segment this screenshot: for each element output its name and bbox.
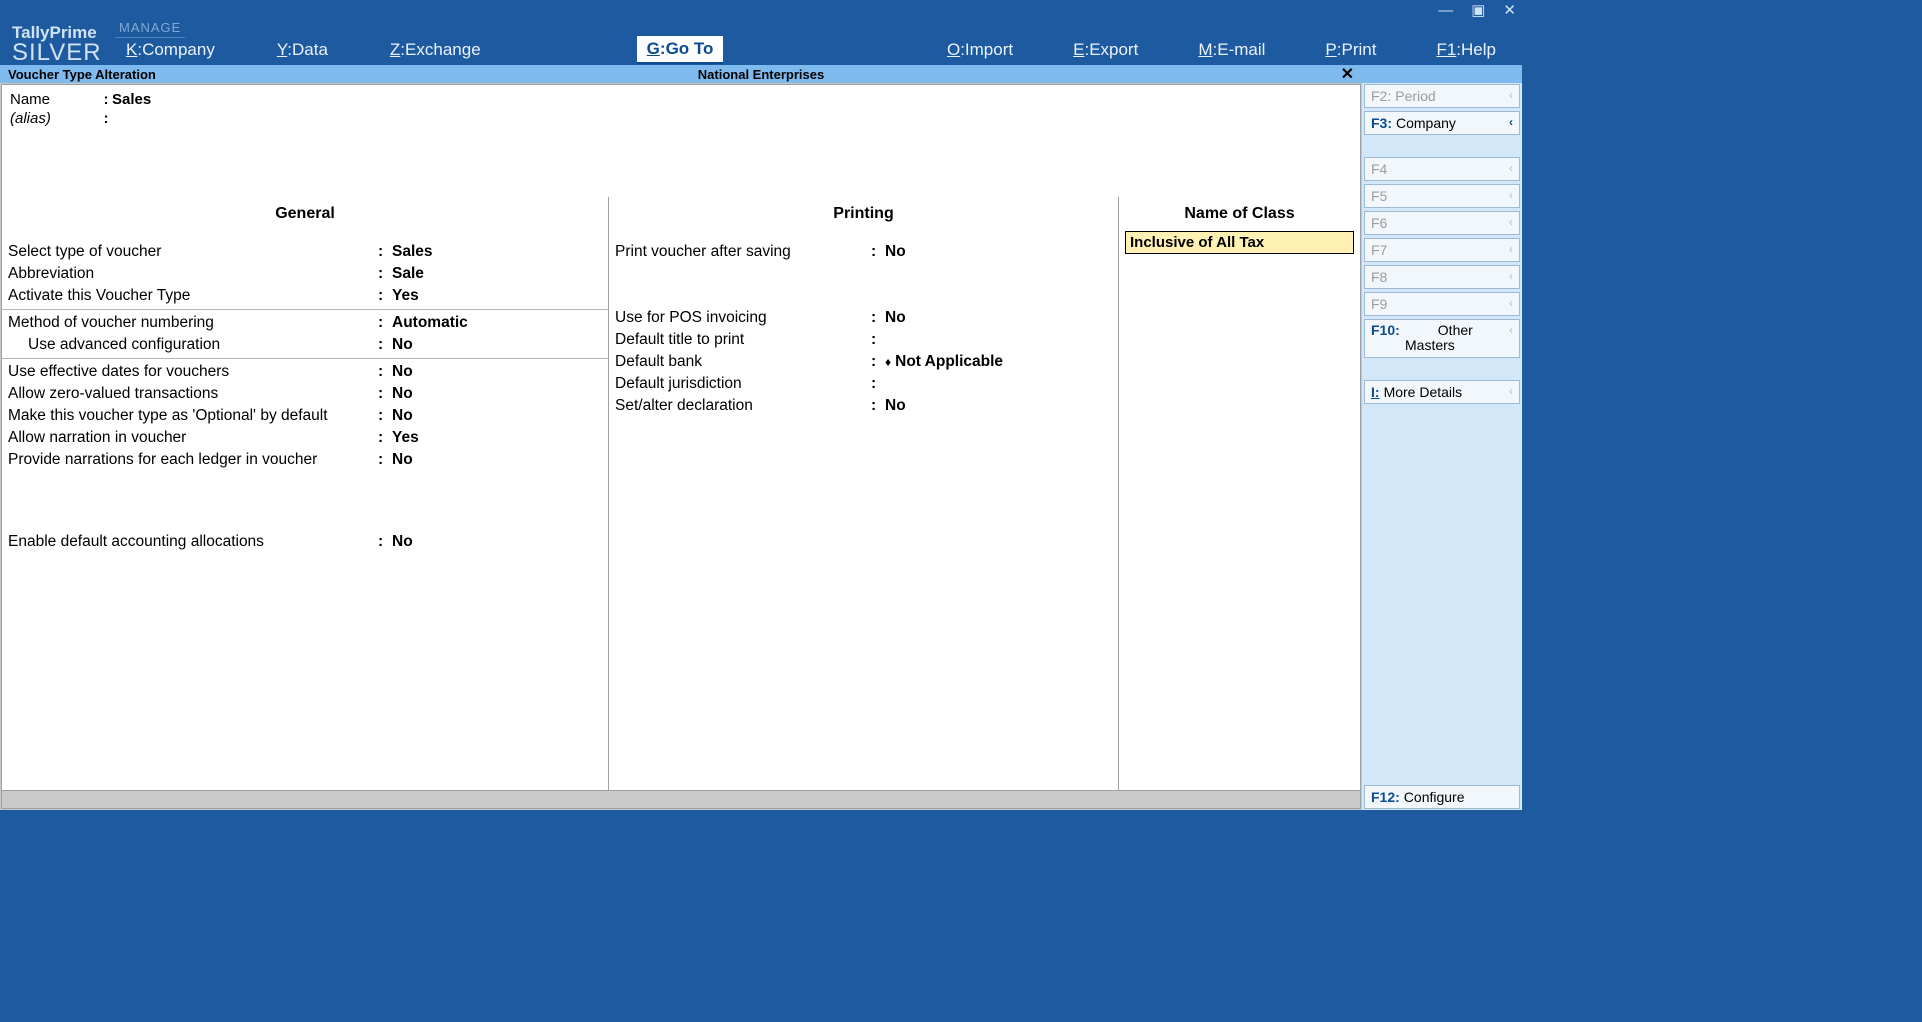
- row-def-juris[interactable]: Default jurisdiction :: [615, 373, 1112, 395]
- row-def-title[interactable]: Default title to print :: [615, 329, 1112, 351]
- row-eff-dates[interactable]: Use effective dates for vouchers : No: [8, 361, 602, 383]
- row-default-alloc[interactable]: Enable default accounting allocations : …: [8, 531, 602, 553]
- subheader-company: National Enterprises: [698, 67, 824, 82]
- side-f6: F6‹: [1364, 211, 1520, 235]
- diamond-icon: ♦: [885, 355, 891, 369]
- row-zero[interactable]: Allow zero-valued transactions : No: [8, 383, 602, 405]
- side-f7: F7‹: [1364, 238, 1520, 262]
- row-adv-config[interactable]: Use advanced configuration : No: [8, 334, 602, 356]
- close-icon[interactable]: ✕: [1503, 1, 1516, 19]
- name-alias-block: Name : Sales (alias) :: [2, 85, 1360, 197]
- col-general: General Select type of voucher : Sales A…: [2, 197, 609, 790]
- side-f8: F8‹: [1364, 265, 1520, 289]
- menu-print[interactable]: P:Print: [1319, 37, 1382, 63]
- side-f9: F9‹: [1364, 292, 1520, 316]
- printing-header: Printing: [615, 203, 1112, 241]
- name-value[interactable]: Sales: [112, 91, 151, 108]
- chevron-left-icon: ‹: [1509, 384, 1513, 398]
- app-header: TallyPrime SILVER MANAGE K:Company Y:Dat…: [0, 20, 1522, 65]
- row-abbrev[interactable]: Abbreviation : Sale: [8, 263, 602, 285]
- row-print-after-save[interactable]: Print voucher after saving : No: [615, 241, 1112, 263]
- columns: General Select type of voucher : Sales A…: [2, 197, 1360, 790]
- row-pos[interactable]: Use for POS invoicing : No: [615, 307, 1112, 329]
- minimize-icon[interactable]: —: [1438, 2, 1453, 19]
- menu-goto[interactable]: G:Go To: [637, 36, 724, 64]
- chevron-left-icon: ‹: [1509, 115, 1513, 129]
- side-f12-configure[interactable]: F12:Configure: [1364, 785, 1520, 809]
- row-select-type[interactable]: Select type of voucher : Sales: [8, 241, 602, 263]
- side-more-details[interactable]: I:More Details ‹: [1364, 380, 1520, 404]
- subheader-bar: Voucher Type Alteration National Enterpr…: [0, 65, 1522, 83]
- row-def-bank[interactable]: Default bank : ♦Not Applicable: [615, 351, 1112, 373]
- main-menubar: K:Company Y:Data Z:Exchange G:Go To O:Im…: [120, 36, 1522, 63]
- menu-exchange[interactable]: Z:Exchange: [384, 37, 487, 63]
- panel-close-icon[interactable]: ✕: [1341, 64, 1354, 84]
- subheader-title: Voucher Type Alteration: [8, 67, 156, 82]
- side-f10-other-masters[interactable]: F10:Other Masters ‹: [1364, 319, 1520, 358]
- maximize-icon[interactable]: ▣: [1471, 1, 1485, 19]
- row-narration[interactable]: Allow narration in voucher : Yes: [8, 427, 602, 449]
- menu-import[interactable]: O:Import: [941, 37, 1019, 63]
- main-wrap: Name : Sales (alias) : General Select ty…: [0, 83, 1522, 810]
- brand-block: TallyPrime SILVER: [0, 24, 108, 65]
- row-optional[interactable]: Make this voucher type as 'Optional' by …: [8, 405, 602, 427]
- chevron-left-icon: ‹: [1509, 323, 1513, 337]
- window-title-bar: — ▣ ✕: [0, 0, 1522, 20]
- menu-export[interactable]: E:Export: [1067, 37, 1144, 63]
- menu-data[interactable]: Y:Data: [271, 37, 334, 63]
- col-class: Name of Class Inclusive of All Tax: [1119, 197, 1360, 790]
- side-f3-company[interactable]: F3:Company ‹: [1364, 111, 1520, 135]
- row-numbering[interactable]: Method of voucher numbering : Automatic: [8, 312, 602, 334]
- bottom-status-bar: [2, 790, 1360, 808]
- side-f5: F5‹: [1364, 184, 1520, 208]
- col-printing: Printing Print voucher after saving : No…: [609, 197, 1119, 790]
- class-entry-input[interactable]: Inclusive of All Tax: [1125, 231, 1354, 254]
- chevron-left-icon: ‹: [1509, 88, 1513, 102]
- manage-label[interactable]: MANAGE: [115, 20, 185, 38]
- brand-line2: SILVER: [12, 41, 108, 65]
- name-label: Name: [10, 91, 100, 108]
- row-declaration[interactable]: Set/alter declaration : No: [615, 395, 1112, 417]
- content-area: Name : Sales (alias) : General Select ty…: [1, 84, 1361, 809]
- window-controls: — ▣ ✕: [1438, 1, 1516, 19]
- menu-email[interactable]: M:E-mail: [1192, 37, 1271, 63]
- right-side-panel: F2:Period ‹ F3:Company ‹ F4‹ F5‹ F6‹ F7‹…: [1362, 83, 1522, 810]
- menu-company[interactable]: K:Company: [120, 37, 221, 63]
- row-narr-each[interactable]: Provide narrations for each ledger in vo…: [8, 449, 602, 471]
- side-f2-period: F2:Period ‹: [1364, 84, 1520, 108]
- class-header: Name of Class: [1125, 203, 1354, 229]
- alias-label: (alias): [10, 110, 100, 127]
- menu-help[interactable]: F1:Help: [1430, 37, 1502, 63]
- row-activate[interactable]: Activate this Voucher Type : Yes: [8, 285, 602, 307]
- general-header: General: [8, 203, 602, 241]
- side-f4: F4‹: [1364, 157, 1520, 181]
